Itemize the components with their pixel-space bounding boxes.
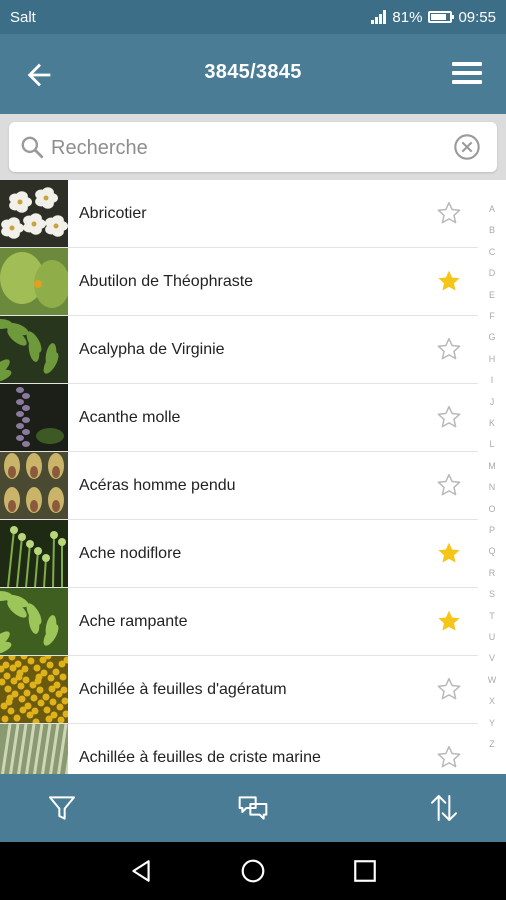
battery-percent: 81% <box>392 8 423 26</box>
alphabet-letter[interactable]: Y <box>478 718 506 728</box>
plant-list: Abricotier Abutilon de Théophraste Acalyph… <box>0 180 478 774</box>
star-outline-icon[interactable] <box>436 472 462 498</box>
plant-name: Ache nodiflore <box>79 544 182 562</box>
bottom-toolbar <box>0 774 506 842</box>
search-area <box>0 114 506 180</box>
plant-name: Acanthe molle <box>79 408 181 426</box>
list-item[interactable]: Ache rampante <box>0 588 478 656</box>
star-outline-icon[interactable] <box>436 676 462 702</box>
star-filled-icon[interactable] <box>436 540 462 566</box>
alphabet-letter[interactable]: J <box>478 397 506 407</box>
alphabet-letter[interactable]: A <box>478 204 506 214</box>
alphabet-letter[interactable]: B <box>478 225 506 235</box>
plant-thumbnail <box>0 724 68 774</box>
plant-thumbnail <box>0 316 68 383</box>
plant-thumbnail <box>0 656 68 723</box>
alphabet-letter[interactable]: L <box>478 439 506 449</box>
page-title: 3845/3845 <box>204 61 302 83</box>
plant-name: Abricotier <box>79 204 147 222</box>
alphabet-letter[interactable]: M <box>478 461 506 471</box>
list-item[interactable]: Abutilon de Théophraste <box>0 248 478 316</box>
plant-name: Acalypha de Virginie <box>79 340 225 358</box>
clear-search-icon[interactable] <box>453 133 481 161</box>
alphabet-letter[interactable]: C <box>478 247 506 257</box>
list-item[interactable]: Achillée à feuilles d'agératum <box>0 656 478 724</box>
alphabet-letter[interactable]: P <box>478 525 506 535</box>
plant-name: Achillée à feuilles de criste marine <box>79 748 321 766</box>
star-outline-icon[interactable] <box>436 404 462 430</box>
alphabet-letter[interactable]: W <box>478 675 506 685</box>
alphabet-letter[interactable]: F <box>478 311 506 321</box>
chat-bubbles-icon[interactable] <box>237 792 269 824</box>
search-box <box>9 122 497 172</box>
plant-thumbnail <box>0 180 68 247</box>
alphabet-letter[interactable]: V <box>478 653 506 663</box>
signal-icon <box>371 10 387 24</box>
clock: 09:55 <box>458 8 496 26</box>
plant-name: Achillée à feuilles d'agératum <box>79 680 287 698</box>
carrier-name: Salt <box>10 8 36 26</box>
alphabet-letter[interactable]: Q <box>478 546 506 556</box>
plant-name: Abutilon de Théophraste <box>79 272 254 290</box>
star-filled-icon[interactable] <box>436 268 462 294</box>
list-item[interactable]: Ache nodiflore <box>0 520 478 588</box>
alphabet-letter[interactable]: K <box>478 418 506 428</box>
list-item[interactable]: Acalypha de Virginie <box>0 316 478 384</box>
plant-thumbnail <box>0 384 68 451</box>
list-item[interactable]: Abricotier <box>0 180 478 248</box>
alphabet-letter[interactable]: O <box>478 504 506 514</box>
alphabet-letter[interactable]: R <box>478 568 506 578</box>
plant-thumbnail <box>0 248 68 315</box>
list-item[interactable]: Achillée à feuilles de criste marine <box>0 724 478 774</box>
nav-back-icon[interactable] <box>128 858 154 884</box>
sort-arrows-icon[interactable] <box>428 792 460 824</box>
plant-thumbnail <box>0 520 68 587</box>
alphabet-letter[interactable]: N <box>478 482 506 492</box>
system-nav-bar <box>0 842 506 900</box>
list-item[interactable]: Acéras homme pendu <box>0 452 478 520</box>
alphabet-letter[interactable]: T <box>478 611 506 621</box>
search-input[interactable] <box>49 130 443 166</box>
list-item[interactable]: Acanthe molle <box>0 384 478 452</box>
filter-icon[interactable] <box>46 792 78 824</box>
app-bar: 3845/3845 <box>0 34 506 114</box>
battery-icon <box>428 11 455 23</box>
hamburger-menu-icon[interactable] <box>452 62 482 86</box>
star-outline-icon[interactable] <box>436 744 462 770</box>
alphabet-letter[interactable]: G <box>478 332 506 342</box>
alphabet-letter[interactable]: S <box>478 589 506 599</box>
alphabet-letter[interactable]: X <box>478 696 506 706</box>
search-icon <box>21 136 44 159</box>
plant-name: Ache rampante <box>79 612 188 630</box>
nav-home-icon[interactable] <box>240 858 266 884</box>
alphabet-letter[interactable]: H <box>478 354 506 364</box>
plant-thumbnail <box>0 452 68 519</box>
star-outline-icon[interactable] <box>436 200 462 226</box>
alphabet-letter[interactable]: U <box>478 632 506 642</box>
alphabet-letter[interactable]: Z <box>478 739 506 749</box>
plant-name: Acéras homme pendu <box>79 476 236 494</box>
alphabet-letter[interactable]: D <box>478 268 506 278</box>
nav-recents-icon[interactable] <box>352 858 378 884</box>
star-outline-icon[interactable] <box>436 336 462 362</box>
alphabet-letter[interactable]: I <box>478 375 506 385</box>
plant-thumbnail <box>0 588 68 655</box>
star-filled-icon[interactable] <box>436 608 462 634</box>
alphabet-index[interactable]: A B C D E F G H I J K L M N O P Q R S T U V W X Y Z <box>478 180 506 774</box>
status-bar: Salt 81% 09:55 <box>0 0 506 34</box>
alphabet-letter[interactable]: E <box>478 290 506 300</box>
